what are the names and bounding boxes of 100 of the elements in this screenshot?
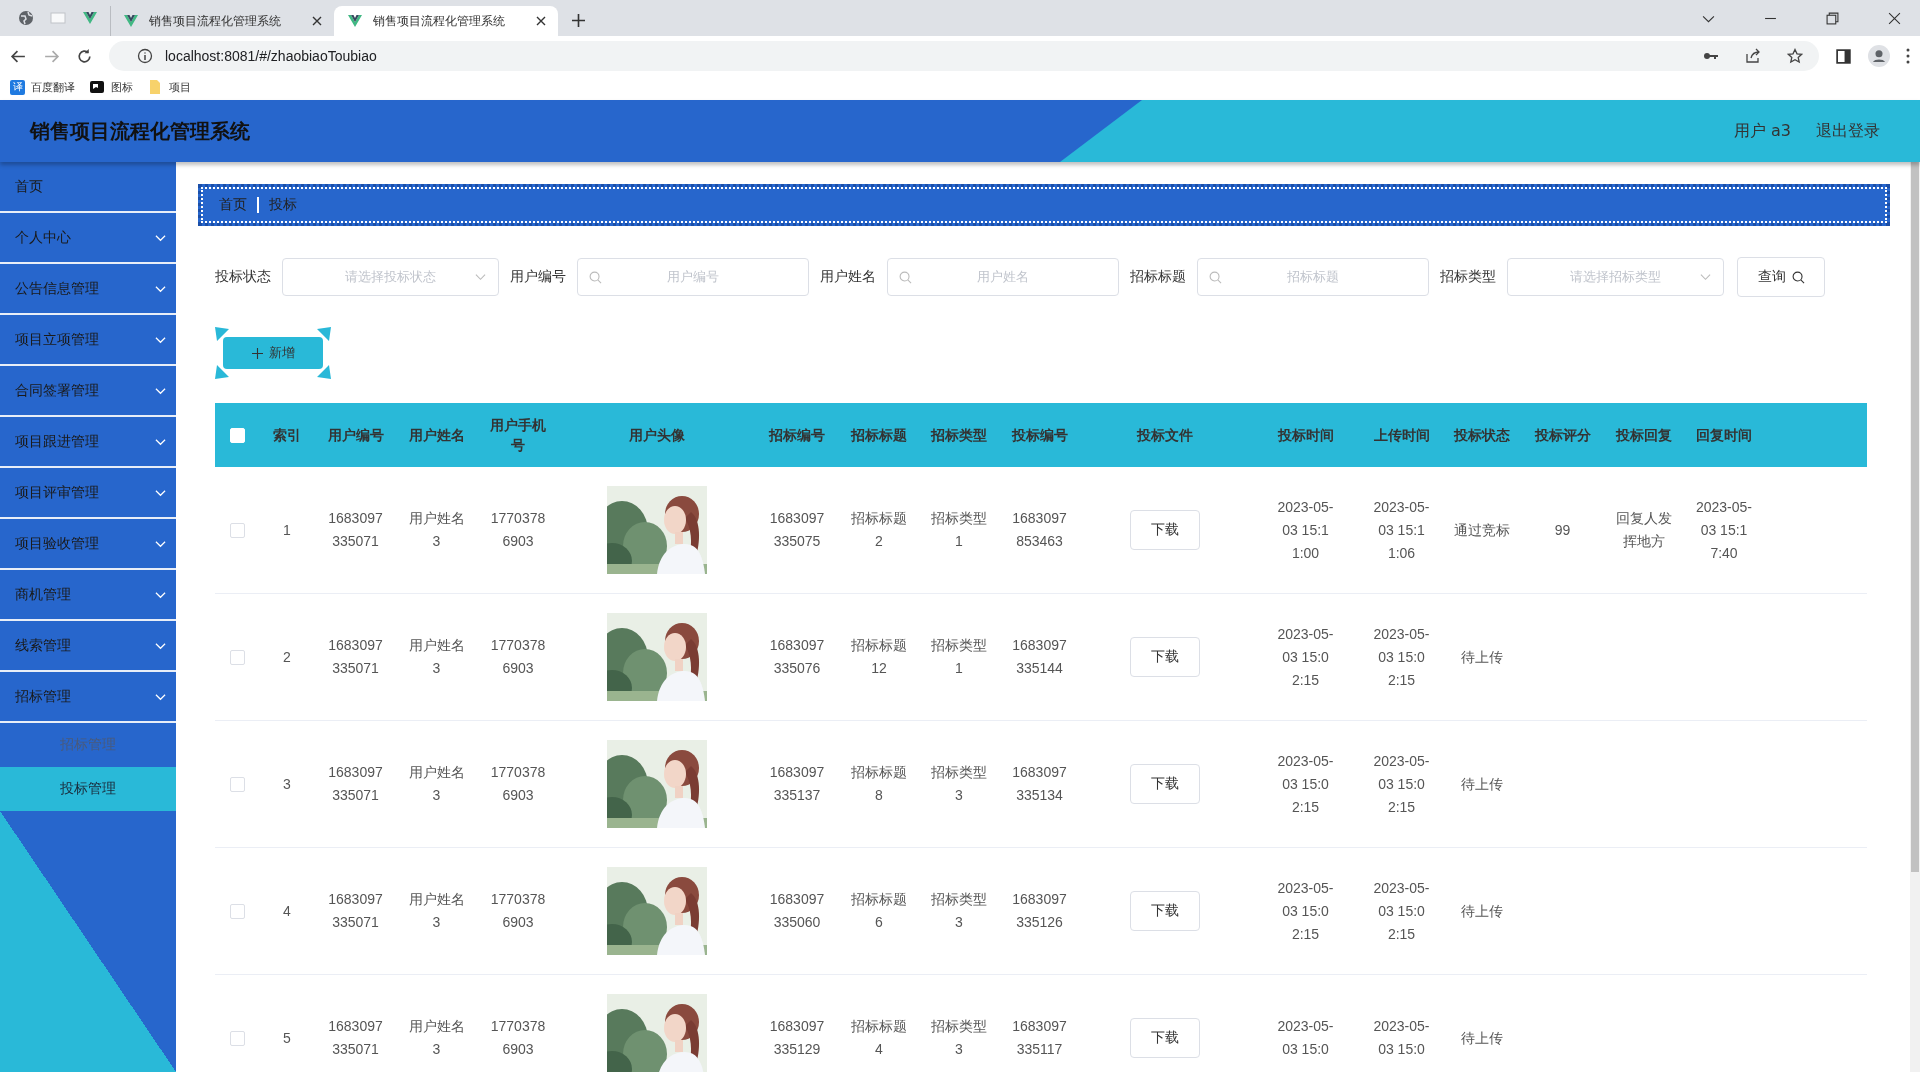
table-cell-text: 回复人发挥地方 [1615, 509, 1672, 551]
bookmark[interactable]: 译 百度翻译 [10, 79, 75, 95]
close-icon[interactable] [536, 16, 546, 26]
table-cell-text: 招标类型1 [930, 636, 988, 678]
breadcrumb-link[interactable]: 首页 [219, 196, 247, 214]
table-cell-text: 1683097335137 [768, 763, 826, 805]
column-header[interactable]: 投标状态 [1454, 425, 1510, 445]
add-button[interactable]: 新增 [223, 337, 323, 369]
column-header[interactable]: 投标时间 [1277, 425, 1334, 445]
column-header[interactable]: 用户头像 [629, 425, 685, 445]
scrollbar-thumb[interactable] [1911, 162, 1919, 872]
column-header[interactable]: 用户手机号 [489, 415, 547, 455]
column-header[interactable]: 索引 [273, 425, 301, 445]
breadcrumb-link[interactable]: 投标 [269, 196, 297, 214]
address-bar[interactable]: localhost:8081/#/zhaobiaoToubiao [109, 41, 1819, 71]
column-header[interactable]: 招标标题 [851, 425, 907, 445]
table-cell-text: 17703786903 [489, 1017, 547, 1059]
table-cell-text: 2023-05-03 15:02:15 [1373, 624, 1430, 690]
table-cell-text: 1683097335071 [327, 763, 384, 805]
table-cell-text: 1683097335129 [768, 1017, 826, 1059]
download-button[interactable]: 下载 [1130, 891, 1200, 931]
share-icon[interactable] [1745, 48, 1761, 64]
filter-label: 招标标题 [1130, 268, 1186, 286]
profile-icon[interactable] [1868, 45, 1890, 67]
logout-link[interactable]: 退出登录 [1816, 120, 1880, 142]
table-cell-text: 待上传 [1461, 647, 1503, 667]
chevron-down-icon [155, 641, 166, 650]
table-cell-text: 待上传 [1461, 774, 1503, 794]
table-cell-text: 2023-05-03 15:11:00 [1277, 497, 1334, 563]
new-tab-icon[interactable] [572, 14, 585, 27]
column-header[interactable]: 回复时间 [1696, 425, 1752, 445]
side-panel-icon[interactable] [1835, 47, 1852, 65]
table-cell-text: 1683097335071 [327, 636, 384, 678]
table-cell-text: 1683097335126 [1011, 890, 1068, 932]
reload-icon[interactable] [76, 47, 93, 65]
checkbox[interactable] [229, 776, 245, 792]
column-header[interactable]: 投标评分 [1534, 425, 1591, 445]
checkbox[interactable] [229, 1030, 245, 1046]
bookmark[interactable]: 图标 [89, 79, 133, 95]
close-icon[interactable] [1888, 12, 1901, 25]
plus-icon [251, 347, 263, 359]
table-cell-text: 1683097335071 [327, 890, 384, 932]
column-header[interactable]: 用户编号 [327, 425, 384, 445]
checkbox[interactable] [229, 522, 245, 538]
table-cell-text: 5 [283, 1028, 291, 1048]
search-icon [1791, 270, 1805, 284]
table-cell-text: 待上传 [1461, 901, 1503, 921]
download-button[interactable]: 下载 [1130, 764, 1200, 804]
star-icon[interactable] [1787, 48, 1803, 64]
query-button[interactable]: 查询 [1737, 257, 1825, 297]
search-icon [589, 270, 602, 284]
table-cell-text: 17703786903 [489, 763, 547, 805]
scrollbar[interactable] [1910, 162, 1920, 1072]
table-cell-text: 通过竞标 [1454, 520, 1510, 540]
table-cell-text: 招标标题4 [850, 1017, 908, 1059]
table-cell-text: 招标类型1 [930, 509, 988, 551]
download-button[interactable]: 下载 [1130, 637, 1200, 677]
table-cell-text: 3 [283, 774, 291, 794]
table-cell-text: 1683097335060 [768, 890, 826, 932]
table-cell-text: 2023-05-03 15:0 [1373, 1017, 1430, 1059]
bookmark[interactable]: 项目 [147, 79, 191, 95]
search-icon [1209, 270, 1222, 284]
search-icon [899, 270, 912, 284]
table-cell-text: 1683097853463 [1011, 509, 1068, 551]
table-cell-text: 招标标题8 [850, 763, 908, 805]
table-cell-text: 2023-05-03 15:02:15 [1277, 751, 1334, 817]
table-cell-text: 招标类型3 [930, 763, 988, 805]
more-menu-icon[interactable] [1906, 48, 1910, 64]
column-header[interactable]: 投标回复 [1615, 425, 1672, 445]
app-title: 销售项目流程化管理系统 [30, 117, 250, 145]
info-icon [137, 48, 153, 64]
column-header[interactable]: 投标文件 [1137, 425, 1193, 445]
table-cell-text: 2023-05-03 15:11:06 [1373, 497, 1430, 563]
download-button[interactable]: 下载 [1130, 1018, 1200, 1058]
restore-icon[interactable] [1826, 12, 1839, 25]
column-header[interactable]: 投标编号 [1011, 425, 1068, 445]
column-header[interactable]: 招标编号 [769, 425, 825, 445]
close-icon[interactable] [312, 16, 322, 26]
chevron-down-icon [155, 590, 166, 599]
column-header[interactable]: 上传时间 [1373, 425, 1430, 445]
folder-icon [147, 79, 163, 95]
chevron-down-icon [475, 273, 486, 281]
table-cell-text: 2023-05-03 15:02:15 [1373, 878, 1430, 944]
sidebar-subitem[interactable]: 投标管理 [0, 767, 176, 811]
table-cell-text: 2 [283, 647, 291, 667]
table-cell-text: 待上传 [1461, 1028, 1503, 1048]
vue-logo-icon[interactable] [82, 10, 98, 26]
column-header[interactable]: 用户姓名 [408, 425, 465, 445]
table-cell-text: 招标标题12 [850, 636, 908, 678]
table-cell-text: 1683097335071 [327, 1017, 384, 1059]
column-header[interactable]: 招标类型 [931, 425, 987, 445]
checkbox[interactable] [229, 903, 245, 919]
download-button[interactable]: 下载 [1130, 510, 1200, 550]
table-cell-text: 招标标题2 [850, 509, 908, 551]
user-name: 用户 a3 [1733, 120, 1791, 142]
browser-tab[interactable]: 销售项目流程化管理系统 [334, 6, 558, 36]
table-cell-text: 招标类型3 [930, 1017, 988, 1059]
table-cell-text: 2023-05-03 15:02:15 [1277, 878, 1334, 944]
globe-icon[interactable] [18, 10, 34, 26]
checkbox[interactable] [229, 649, 245, 665]
